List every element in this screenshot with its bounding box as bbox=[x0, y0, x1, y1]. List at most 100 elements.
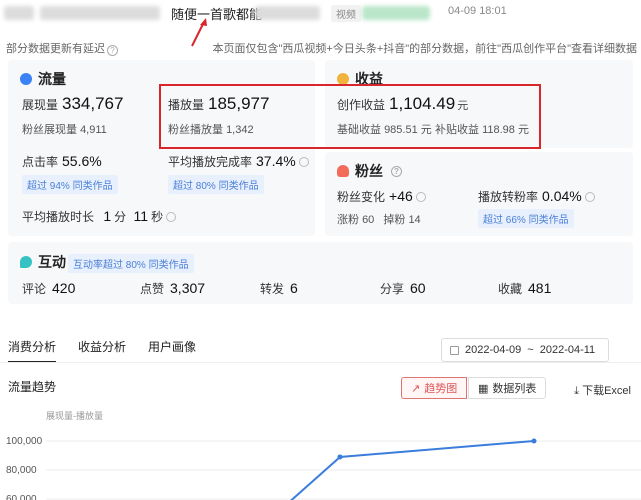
duration-label: 平均播放时长 bbox=[22, 210, 95, 224]
publish-time: 04-09 18:01 bbox=[448, 5, 507, 17]
completion-label: 平均播放完成率 bbox=[168, 155, 253, 169]
completion-metric: 平均播放完成率 37.4% bbox=[168, 153, 309, 170]
interaction-header: 互动 bbox=[20, 252, 66, 272]
data-point[interactable] bbox=[337, 454, 343, 460]
completion-badge: 超过 80% 同类作品 bbox=[168, 175, 264, 194]
shares-metric: 分享 60 bbox=[380, 280, 426, 297]
tab-consumption[interactable]: 消费分析 bbox=[8, 338, 57, 363]
data-list-label: 数据列表 bbox=[492, 383, 537, 395]
table-icon: ▦ bbox=[478, 382, 489, 395]
fans-change-metric: 粉丝变化 +46 bbox=[337, 188, 426, 205]
download-label: 下载Excel bbox=[582, 385, 631, 397]
reposts-label: 转发 bbox=[260, 282, 285, 296]
video-tag: 视频 bbox=[331, 5, 361, 22]
y-tick-label: 60,000 bbox=[6, 494, 37, 500]
interaction-badge: 互动率超过 80% 同类作品 bbox=[68, 254, 194, 273]
ctr-label: 点击率 bbox=[22, 155, 59, 169]
trend-chart-button[interactable]: ↗ 趋势图 bbox=[401, 377, 468, 399]
reposts-metric: 转发 6 bbox=[260, 280, 298, 297]
traffic-icon bbox=[20, 73, 32, 85]
likes-metric: 点赞 3,307 bbox=[140, 280, 205, 297]
fans-gain-value: 60 bbox=[362, 214, 375, 226]
duration-seconds: 11 bbox=[133, 208, 149, 224]
likes-value: 3,307 bbox=[170, 280, 206, 296]
duration-seconds-unit: 秒 bbox=[151, 210, 164, 224]
interaction-title: 互动 bbox=[38, 254, 66, 270]
traffic-title: 流量 bbox=[38, 71, 66, 87]
fans-loss-value: 14 bbox=[408, 214, 421, 226]
fan-impressions-value: 4,911 bbox=[80, 124, 107, 136]
chat-bubble-icon bbox=[20, 256, 32, 268]
comments-label: 评论 bbox=[22, 282, 47, 296]
analysis-tabs: 消费分析 收益分析 用户画像 bbox=[8, 338, 196, 363]
reposts-value: 6 bbox=[290, 280, 298, 296]
duration-minutes: 1 bbox=[103, 208, 112, 224]
trend-chart-label: 趋势图 bbox=[424, 383, 458, 395]
duration-minutes-unit: 分 bbox=[114, 210, 127, 224]
date-range-picker[interactable]: 2022-04-09 ~ 2022-04-11 bbox=[441, 338, 609, 362]
data-point[interactable] bbox=[531, 438, 537, 444]
comments-metric: 评论 420 bbox=[22, 280, 75, 297]
download-icon: ⤓ bbox=[574, 385, 580, 397]
favorites-label: 收藏 bbox=[498, 282, 523, 296]
fans-header: 粉丝? bbox=[337, 161, 402, 181]
tab-divider bbox=[0, 362, 641, 363]
help-icon[interactable]: ? bbox=[391, 165, 402, 177]
fan-impressions-label: 粉丝展现量 bbox=[22, 124, 77, 136]
video-title[interactable]: 随便一首歌都能 bbox=[171, 4, 262, 23]
ctr-badge: 超过 94% 同类作品 bbox=[22, 175, 118, 194]
clock-icon[interactable] bbox=[298, 157, 309, 167]
blurred-title-rest bbox=[255, 6, 320, 20]
duration-metric: 平均播放时长 1分 11 秒 bbox=[22, 208, 177, 225]
red-highlight-box bbox=[159, 84, 541, 149]
date-end: 2022-04-11 bbox=[539, 344, 596, 356]
conversion-label: 播放转粉率 bbox=[478, 190, 539, 204]
shares-label: 分享 bbox=[380, 282, 405, 296]
likes-label: 点赞 bbox=[140, 282, 165, 296]
favorites-value: 481 bbox=[528, 280, 552, 296]
fans-title: 粉丝 bbox=[355, 163, 383, 179]
fan-impressions-metric: 粉丝展现量 4,911 bbox=[22, 121, 107, 137]
blurred-avatar bbox=[4, 6, 34, 20]
clock-icon[interactable] bbox=[415, 192, 426, 202]
fans-gain-loss: 涨粉 60 掉粉 14 bbox=[337, 211, 421, 227]
traffic-trend-title: 流量趋势 bbox=[8, 380, 57, 394]
y-tick-label: 100,000 bbox=[6, 436, 43, 447]
clock-icon[interactable] bbox=[166, 212, 177, 222]
date-start: 2022-04-09 bbox=[465, 344, 522, 356]
comments-value: 420 bbox=[52, 280, 76, 296]
red-arrow-annotation bbox=[191, 18, 207, 47]
blurred-status bbox=[362, 6, 430, 20]
blurred-account-name bbox=[40, 6, 160, 20]
conversion-value: 0.04% bbox=[542, 188, 582, 204]
download-excel-link[interactable]: ⤓ 下载Excel bbox=[574, 382, 631, 398]
conversion-metric: 播放转粉率 0.04% bbox=[478, 188, 595, 205]
data-list-button[interactable]: ▦ 数据列表 bbox=[468, 377, 547, 399]
y-tick-label: 80,000 bbox=[6, 465, 37, 476]
impressions-value: 334,767 bbox=[62, 94, 124, 113]
person-icon bbox=[337, 165, 349, 177]
chart-legend: 展现量-播放量 bbox=[46, 410, 103, 421]
fans-gain-label: 涨粉 bbox=[337, 214, 359, 226]
impressions-metric: 展现量 334,767 bbox=[22, 94, 123, 114]
fans-change-value: +46 bbox=[389, 188, 413, 204]
date-separator: ~ bbox=[527, 344, 534, 356]
ctr-metric: 点击率 55.6% bbox=[22, 153, 102, 170]
fans-loss-label: 掉粉 bbox=[383, 214, 406, 226]
completion-value: 37.4% bbox=[256, 153, 296, 169]
ctr-value: 55.6% bbox=[62, 153, 102, 169]
calendar-icon bbox=[450, 345, 459, 355]
shares-value: 60 bbox=[410, 280, 426, 296]
delay-notice: 部分数据更新有延迟? bbox=[6, 40, 118, 56]
favorites-metric: 收藏 481 bbox=[498, 280, 551, 297]
impressions-label: 展现量 bbox=[22, 98, 59, 112]
tab-income[interactable]: 收益分析 bbox=[78, 338, 126, 363]
top-bar: 随便一首歌都能 视频 04-09 18:01 bbox=[0, 0, 641, 47]
traffic-trend-chart: 展现量-播放量 100,000 80,000 60,000 bbox=[6, 410, 641, 500]
delay-notice-text: 部分数据更新有延迟 bbox=[6, 43, 105, 55]
conversion-badge: 超过 66% 同类作品 bbox=[478, 209, 574, 228]
tab-audience[interactable]: 用户画像 bbox=[148, 338, 196, 363]
help-icon[interactable]: ? bbox=[107, 45, 118, 56]
trend-icon: ↗ bbox=[411, 382, 421, 395]
clock-icon[interactable] bbox=[584, 192, 595, 202]
